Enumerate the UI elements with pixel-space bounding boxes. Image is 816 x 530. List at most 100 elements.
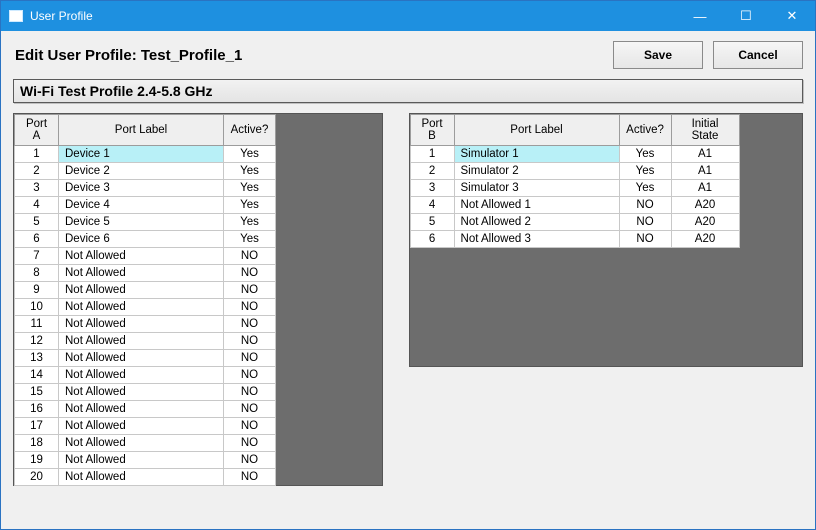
cell-port[interactable]: 2 [410, 163, 454, 180]
port-a-header-active[interactable]: Active? [224, 115, 276, 146]
cell-port[interactable]: 14 [15, 367, 59, 384]
cell-active[interactable]: NO [619, 214, 671, 231]
table-row[interactable]: 13Not AllowedNO [15, 350, 276, 367]
cell-active[interactable]: NO [224, 401, 276, 418]
cell-port[interactable]: 16 [15, 401, 59, 418]
cell-active[interactable]: Yes [224, 214, 276, 231]
port-b-header-active[interactable]: Active? [619, 115, 671, 146]
cell-init[interactable]: A1 [671, 180, 739, 197]
cell-port[interactable]: 12 [15, 333, 59, 350]
cell-init[interactable]: A20 [671, 231, 739, 248]
table-row[interactable]: 8Not AllowedNO [15, 265, 276, 282]
cell-label[interactable]: Not Allowed [59, 316, 224, 333]
cell-active[interactable]: Yes [224, 180, 276, 197]
table-row[interactable]: 19Not AllowedNO [15, 452, 276, 469]
minimize-button[interactable]: — [677, 1, 723, 31]
cell-active[interactable]: Yes [224, 231, 276, 248]
save-button[interactable]: Save [613, 41, 703, 69]
cell-port[interactable]: 15 [15, 384, 59, 401]
cell-label[interactable]: Not Allowed [59, 384, 224, 401]
table-row[interactable]: 9Not AllowedNO [15, 282, 276, 299]
cell-label[interactable]: Device 6 [59, 231, 224, 248]
cell-label[interactable]: Not Allowed [59, 418, 224, 435]
cell-port[interactable]: 13 [15, 350, 59, 367]
cell-init[interactable]: A20 [671, 214, 739, 231]
cell-label[interactable]: Simulator 1 [454, 146, 619, 163]
cell-label[interactable]: Not Allowed [59, 469, 224, 486]
cell-label[interactable]: Not Allowed [59, 452, 224, 469]
cell-active[interactable]: NO [224, 469, 276, 486]
cell-label[interactable]: Simulator 3 [454, 180, 619, 197]
cell-active[interactable]: NO [224, 452, 276, 469]
cell-port[interactable]: 9 [15, 282, 59, 299]
table-row[interactable]: 2Device 2Yes [15, 163, 276, 180]
cell-port[interactable]: 17 [15, 418, 59, 435]
cell-port[interactable]: 3 [15, 180, 59, 197]
cell-label[interactable]: Simulator 2 [454, 163, 619, 180]
table-row[interactable]: 4Device 4Yes [15, 197, 276, 214]
cell-port[interactable]: 6 [15, 231, 59, 248]
table-row[interactable]: 5Not Allowed 2NOA20 [410, 214, 739, 231]
cell-port[interactable]: 5 [15, 214, 59, 231]
cell-port[interactable]: 11 [15, 316, 59, 333]
table-row[interactable]: 2Simulator 2YesA1 [410, 163, 739, 180]
port-a-header-label[interactable]: Port Label [59, 115, 224, 146]
cell-init[interactable]: A1 [671, 163, 739, 180]
cell-label[interactable]: Device 5 [59, 214, 224, 231]
cell-active[interactable]: Yes [224, 197, 276, 214]
cell-port[interactable]: 18 [15, 435, 59, 452]
table-row[interactable]: 10Not AllowedNO [15, 299, 276, 316]
cell-label[interactable]: Device 4 [59, 197, 224, 214]
port-b-header-init[interactable]: Initial State [671, 115, 739, 146]
cell-port[interactable]: 1 [410, 146, 454, 163]
cell-active[interactable]: Yes [619, 146, 671, 163]
cell-init[interactable]: A1 [671, 146, 739, 163]
cell-active[interactable]: NO [224, 384, 276, 401]
cell-label[interactable]: Device 1 [59, 146, 224, 163]
cell-active[interactable]: NO [224, 282, 276, 299]
port-b-header-port[interactable]: Port B [410, 115, 454, 146]
cell-port[interactable]: 4 [410, 197, 454, 214]
cell-active[interactable]: Yes [224, 163, 276, 180]
table-row[interactable]: 17Not AllowedNO [15, 418, 276, 435]
port-b-grid[interactable]: Port B Port Label Active? Initial State … [410, 114, 740, 248]
cell-label[interactable]: Device 2 [59, 163, 224, 180]
cell-active[interactable]: NO [619, 231, 671, 248]
cell-label[interactable]: Not Allowed [59, 299, 224, 316]
cell-init[interactable]: A20 [671, 197, 739, 214]
table-row[interactable]: 1Simulator 1YesA1 [410, 146, 739, 163]
cell-active[interactable]: NO [224, 350, 276, 367]
cell-active[interactable]: NO [224, 248, 276, 265]
cell-active[interactable]: Yes [224, 146, 276, 163]
table-row[interactable]: 18Not AllowedNO [15, 435, 276, 452]
table-row[interactable]: 16Not AllowedNO [15, 401, 276, 418]
cell-active[interactable]: NO [224, 316, 276, 333]
table-row[interactable]: 6Not Allowed 3NOA20 [410, 231, 739, 248]
cell-active[interactable]: NO [224, 333, 276, 350]
cell-port[interactable]: 19 [15, 452, 59, 469]
port-a-header-port[interactable]: Port A [15, 115, 59, 146]
table-row[interactable]: 6Device 6Yes [15, 231, 276, 248]
table-row[interactable]: 3Device 3Yes [15, 180, 276, 197]
cell-label[interactable]: Not Allowed [59, 333, 224, 350]
cell-active[interactable]: Yes [619, 163, 671, 180]
cell-port[interactable]: 5 [410, 214, 454, 231]
cell-port[interactable]: 20 [15, 469, 59, 486]
cell-label[interactable]: Not Allowed [59, 350, 224, 367]
cell-label[interactable]: Not Allowed [59, 265, 224, 282]
table-row[interactable]: 7Not AllowedNO [15, 248, 276, 265]
cell-port[interactable]: 7 [15, 248, 59, 265]
cell-label[interactable]: Device 3 [59, 180, 224, 197]
table-row[interactable]: 15Not AllowedNO [15, 384, 276, 401]
cell-active[interactable]: NO [224, 265, 276, 282]
table-row[interactable]: 3Simulator 3YesA1 [410, 180, 739, 197]
cell-label[interactable]: Not Allowed 3 [454, 231, 619, 248]
cell-active[interactable]: NO [224, 435, 276, 452]
cell-active[interactable]: NO [224, 418, 276, 435]
cell-active[interactable]: NO [224, 367, 276, 384]
table-row[interactable]: 4Not Allowed 1NOA20 [410, 197, 739, 214]
cell-port[interactable]: 3 [410, 180, 454, 197]
table-row[interactable]: 5Device 5Yes [15, 214, 276, 231]
cell-active[interactable]: Yes [619, 180, 671, 197]
cell-port[interactable]: 2 [15, 163, 59, 180]
